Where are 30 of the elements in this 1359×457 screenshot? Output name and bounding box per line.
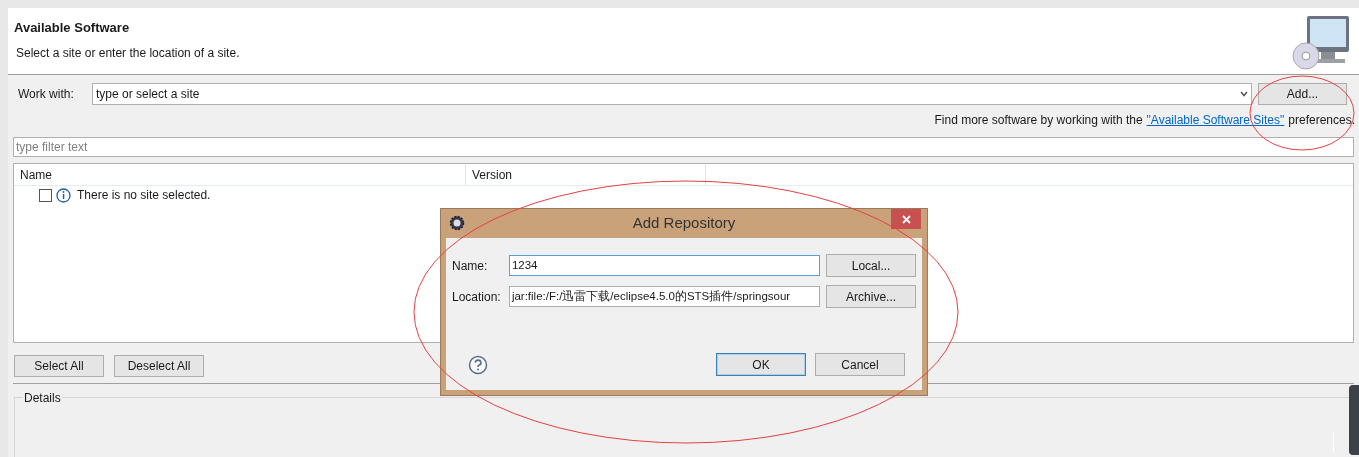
help-icon[interactable] xyxy=(468,354,488,375)
input-field[interactable]: jar:file:/F:/迅雷下载/eclipse4.5.0的STS插件/springsour xyxy=(508,286,821,307)
action-button[interactable]: Deselect All xyxy=(114,355,204,377)
page-title: Available Software xyxy=(14,19,131,37)
dialog-button[interactable]: Cancel xyxy=(815,353,905,376)
hint-text: preferences. xyxy=(1288,112,1355,129)
checkbox[interactable] xyxy=(39,188,52,202)
table-cell-text: There is no site selected. xyxy=(77,187,211,204)
site-combo-box[interactable]: type or select a site xyxy=(92,83,1252,105)
input-field[interactable]: 1234 xyxy=(508,255,821,276)
preferences-link[interactable]: "Available Software Sites" xyxy=(1146,111,1285,129)
browse-button[interactable]: Archive... xyxy=(826,285,916,308)
info-icon xyxy=(56,187,71,203)
column-header[interactable]: Version xyxy=(472,165,513,184)
column-header[interactable]: Name xyxy=(20,165,52,184)
add-button[interactable]: Add... xyxy=(1258,83,1347,105)
dropdown-caret-icon xyxy=(1240,91,1248,97)
filter-field[interactable]: type filter text xyxy=(13,137,1354,157)
page-subtitle: Select a site or enter the location of a site. xyxy=(15,44,240,62)
dialog-title: Add Repository xyxy=(632,213,736,234)
field-label: Work with: xyxy=(18,86,75,103)
gear-icon xyxy=(449,215,465,231)
close-icon xyxy=(901,214,911,224)
dialog-button[interactable]: OK xyxy=(716,353,806,376)
browse-button[interactable]: Local... xyxy=(826,254,916,277)
field-label: Name: xyxy=(452,257,489,275)
hint-text: Find more software by working with the xyxy=(934,112,1143,129)
close-button[interactable] xyxy=(891,209,921,229)
action-button[interactable]: Select All xyxy=(14,355,104,377)
field-label: Location: xyxy=(452,288,502,306)
